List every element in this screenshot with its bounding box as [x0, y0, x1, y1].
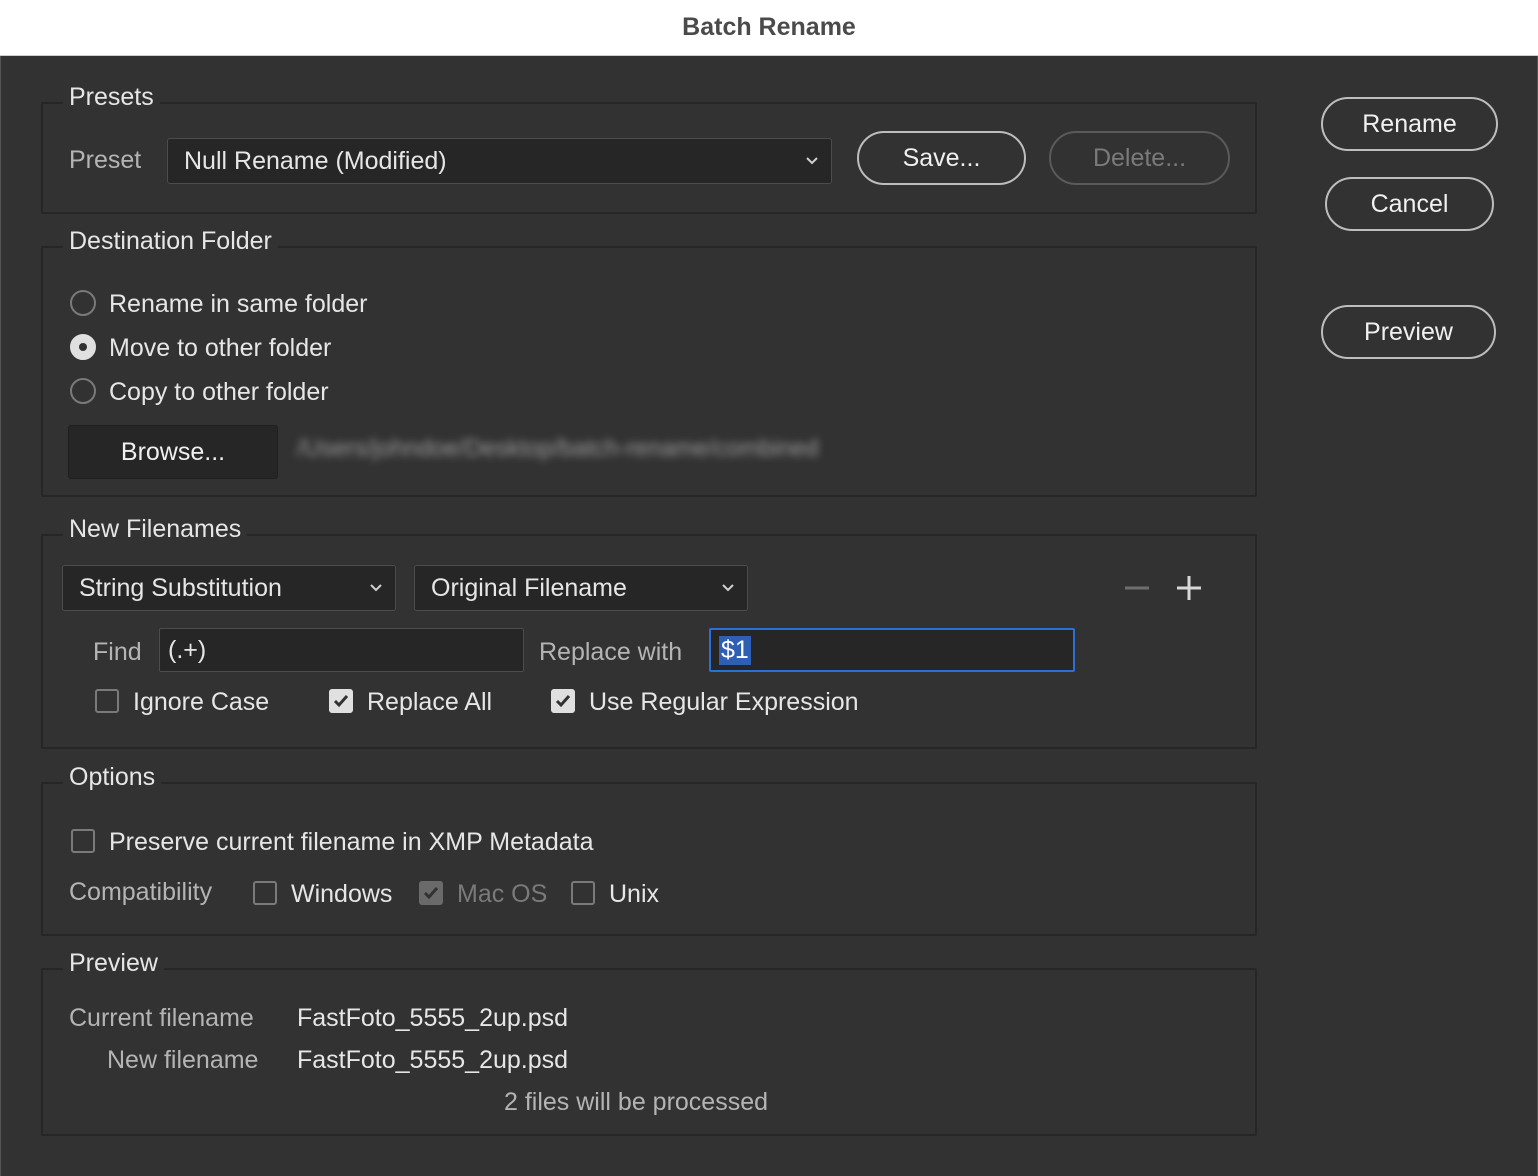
new-filenames-title: New Filenames [63, 514, 248, 544]
replace-all-checkbox[interactable] [329, 689, 353, 713]
preserve-xmp-label[interactable]: Preserve current filename in XMP Metadat… [109, 827, 594, 857]
macos-checkbox [419, 881, 443, 905]
files-count: 2 files will be processed [504, 1088, 769, 1116]
rename-same-folder-label[interactable]: Rename in same folder [109, 289, 367, 319]
source-value: Original Filename [431, 573, 627, 602]
rename-same-folder-radio[interactable] [70, 290, 96, 316]
unix-checkbox[interactable] [571, 881, 595, 905]
chevron-down-icon [806, 157, 818, 165]
cancel-button[interactable]: Cancel [1325, 177, 1494, 231]
windows-label[interactable]: Windows [291, 879, 392, 909]
save-preset-button[interactable]: Save... [857, 131, 1026, 185]
browse-button[interactable]: Browse... [68, 425, 278, 479]
macos-label: Mac OS [457, 880, 548, 908]
rename-type-value: String Substitution [79, 573, 282, 602]
new-filename-value: FastFoto_5555_2up.psd [297, 1046, 569, 1074]
options-title: Options [63, 762, 162, 792]
checkmark-icon [423, 887, 439, 900]
destination-path: /Users/johndoe/Desktop/batch-rename/comb… [297, 435, 819, 462]
replace-all-label[interactable]: Replace All [367, 687, 492, 717]
windows-checkbox[interactable] [253, 881, 277, 905]
chevron-down-icon [370, 584, 382, 592]
use-regex-checkbox[interactable] [551, 689, 575, 713]
copy-other-folder-radio[interactable] [70, 378, 96, 404]
rename-type-select[interactable]: String Substitution [62, 565, 396, 611]
checkmark-icon [333, 695, 349, 708]
delete-preset-button[interactable]: Delete... [1049, 131, 1230, 185]
preset-select[interactable]: Null Rename (Modified) [167, 138, 832, 184]
plus-icon[interactable] [1175, 574, 1203, 602]
preserve-xmp-checkbox[interactable] [71, 829, 95, 853]
checkmark-icon [555, 695, 571, 708]
replace-with-input[interactable]: $1 [709, 628, 1075, 672]
current-filename-value: FastFoto_5555_2up.psd [297, 1004, 569, 1032]
preset-label: Preset [69, 146, 142, 174]
find-value: (.+) [168, 635, 207, 664]
options-group: Options [41, 762, 1257, 936]
replace-with-label: Replace with [539, 638, 683, 666]
copy-other-folder-label[interactable]: Copy to other folder [109, 377, 329, 407]
compatibility-label: Compatibility [69, 878, 213, 906]
move-other-folder-radio[interactable] [70, 334, 96, 360]
preview-title: Preview [63, 948, 164, 978]
unix-label[interactable]: Unix [609, 879, 659, 909]
current-filename-label: Current filename [69, 1004, 254, 1032]
move-other-folder-label[interactable]: Move to other folder [109, 333, 331, 363]
chevron-down-icon [722, 584, 734, 592]
new-filename-label: New filename [107, 1046, 259, 1074]
ignore-case-label[interactable]: Ignore Case [133, 687, 269, 717]
ignore-case-checkbox[interactable] [95, 689, 119, 713]
batch-rename-dialog: Rename Cancel Preview Presets Preset Nul… [0, 56, 1538, 1176]
replace-with-value: $1 [719, 635, 751, 665]
presets-title: Presets [63, 82, 160, 112]
find-input[interactable]: (.+) [159, 628, 524, 672]
use-regex-label[interactable]: Use Regular Expression [589, 687, 859, 717]
source-select[interactable]: Original Filename [414, 565, 748, 611]
preview-button[interactable]: Preview [1321, 305, 1496, 359]
minus-icon[interactable] [1123, 576, 1151, 600]
destination-title: Destination Folder [63, 226, 278, 256]
rename-button[interactable]: Rename [1321, 97, 1498, 151]
find-label: Find [93, 638, 142, 666]
preset-value: Null Rename (Modified) [184, 146, 447, 175]
